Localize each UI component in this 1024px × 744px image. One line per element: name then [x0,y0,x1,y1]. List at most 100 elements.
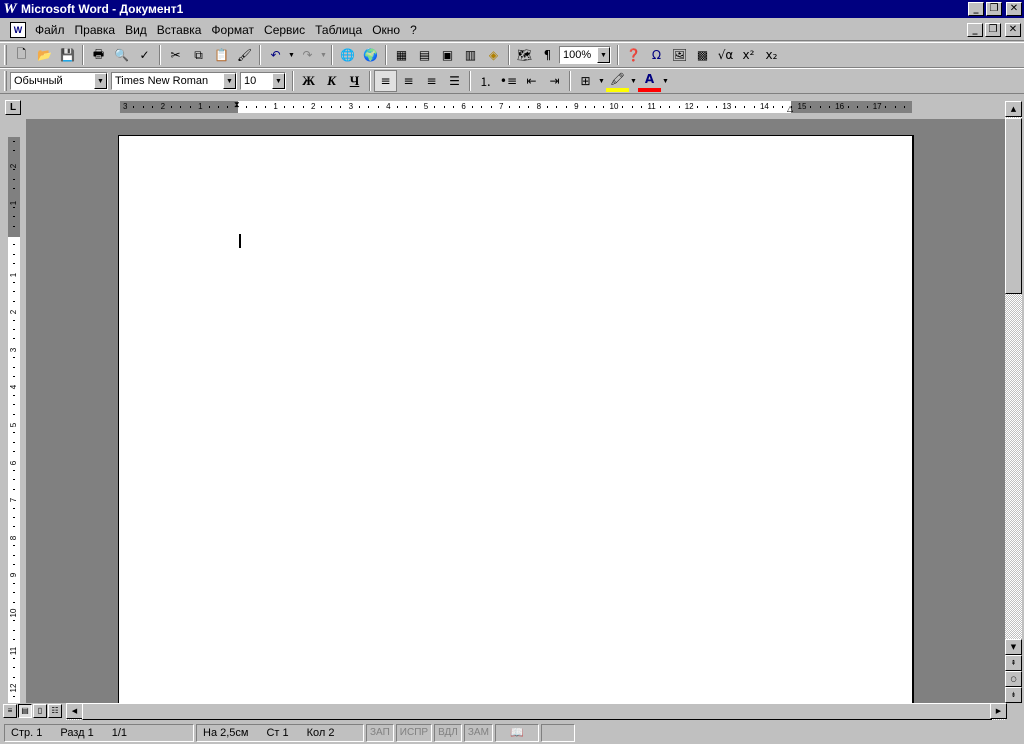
paste-icon[interactable]: 📋 [210,44,233,66]
outline-view-icon[interactable]: ☷ [48,704,62,718]
cut-icon[interactable]: ✂ [164,44,187,66]
increase-indent-icon[interactable]: ⇥ [543,70,566,92]
toolbar-grip[interactable] [4,45,7,65]
vertical-ruler[interactable]: 2 1 1 2 3 4 5 6 7 8 9 10 11 12 [8,137,20,704]
ruler-tick [321,106,323,108]
bold-button[interactable]: Ж [297,70,320,92]
document-page[interactable] [118,135,914,704]
first-line-indent-marker[interactable]: ⧗ [234,101,240,109]
justify-icon[interactable]: ☰ [443,70,466,92]
doc-close-button[interactable]: ✕ [1005,22,1021,37]
drawing-icon[interactable]: ◈ [482,44,505,66]
menu-insert[interactable]: Вставка [152,23,207,37]
minimize-button[interactable]: _ [968,2,984,16]
font-size-combo[interactable]: 10 ▼ [240,72,286,90]
picture-icon[interactable]: 🖼 [668,44,691,66]
menu-view[interactable]: Вид [120,23,152,37]
scroll-down-button[interactable]: ▼ [1005,639,1022,655]
menu-help[interactable]: ? [405,23,422,37]
borders-icon[interactable]: ⊞ [574,70,597,92]
undo-dropdown-icon[interactable]: ▼ [287,52,296,59]
print-preview-icon[interactable]: 🔍 [110,44,133,66]
next-page-button[interactable]: ⇟ [1005,687,1022,703]
help-icon[interactable]: ❓ [622,44,645,66]
decrease-indent-icon[interactable]: ⇤ [520,70,543,92]
new-icon[interactable]: 🗋 [10,44,33,66]
subscript-icon[interactable]: x₂ [760,44,783,66]
style-combo[interactable]: Обычный ▼ [10,72,108,90]
numbering-icon[interactable]: ⒈ [474,70,497,92]
menu-tools[interactable]: Сервис [259,23,310,37]
browse-object-button[interactable]: ○ [1005,671,1022,687]
spelling-icon[interactable]: ✓ [133,44,156,66]
status-trk[interactable]: ИСПР [395,723,433,742]
insert-excel-icon[interactable]: ▣ [436,44,459,66]
font-color-dropdown-icon[interactable]: ▼ [661,78,670,85]
menu-table[interactable]: Таблица [310,23,367,37]
align-right-icon[interactable]: ≡ [420,70,443,92]
normal-view-icon[interactable]: ≡ [3,704,17,718]
superscript-icon[interactable]: x² [737,44,760,66]
doc-minimize-button[interactable]: _ [967,22,983,37]
equation-icon[interactable]: √α [714,44,737,66]
bullets-icon[interactable]: •≡ [497,70,520,92]
document-map-icon[interactable]: 🗺 [513,44,536,66]
show-paragraph-icon[interactable]: ¶ [536,44,559,66]
format-painter-icon[interactable]: 🖌 [233,44,256,66]
status-ovr[interactable]: ЗАМ [463,723,493,742]
tab-selector[interactable]: L [5,100,21,115]
scroll-left-button[interactable]: ◀ [66,703,83,719]
page-layout-view-icon[interactable]: ▯ [33,704,47,718]
horizontal-ruler[interactable]: 3 2 1 1 2 3 4 5 6 7 8 9 10 11 12 13 14 15 16 17 ⧗ △ [120,101,912,113]
web-toolbar-icon[interactable]: 🌍 [359,44,382,66]
align-center-icon[interactable]: ≡ [397,70,420,92]
underline-button[interactable]: Ч [343,70,366,92]
font-color-icon[interactable]: A [638,70,661,92]
scroll-up-button[interactable]: ▲ [1005,101,1022,117]
vertical-scrollbar[interactable]: ▲ ▼ ⇞ ○ ⇟ [1005,101,1022,704]
grid-icon[interactable]: ▩ [691,44,714,66]
borders-dropdown-icon[interactable]: ▼ [597,78,606,85]
symbol-icon[interactable]: Ω [645,44,668,66]
vertical-scroll-thumb[interactable] [1005,118,1022,294]
doc-restore-button[interactable]: ❐ [985,22,1001,37]
zoom-combo[interactable]: 100% ▼ [559,46,611,64]
right-indent-marker[interactable]: △ [787,105,793,113]
close-button[interactable]: ✕ [1006,2,1022,16]
open-icon[interactable]: 📂 [33,44,56,66]
menu-format[interactable]: Формат [206,23,259,37]
horizontal-scrollbar[interactable]: ◀ ▶ [66,703,1007,720]
chevron-down-icon[interactable]: ▼ [94,73,107,89]
horizontal-scroll-thumb[interactable] [82,703,992,720]
chevron-down-icon[interactable]: ▼ [223,73,236,89]
insert-table-icon[interactable]: ▤ [413,44,436,66]
hyperlink-icon[interactable]: 🌐 [336,44,359,66]
restore-button[interactable]: ❐ [986,2,1002,16]
print-icon[interactable]: 🖶 [87,44,110,66]
chevron-down-icon[interactable]: ▼ [597,47,610,63]
toolbar-grip[interactable] [4,71,7,91]
align-left-icon[interactable]: ≡ [374,70,397,92]
highlight-dropdown-icon[interactable]: ▼ [629,78,638,85]
menu-edit[interactable]: Правка [70,23,121,37]
previous-page-button[interactable]: ⇞ [1005,655,1022,671]
tables-borders-icon[interactable]: ▦ [390,44,413,66]
redo-dropdown-icon[interactable]: ▼ [319,52,328,59]
italic-button[interactable]: К [320,70,343,92]
status-ext[interactable]: ВДЛ [434,723,462,742]
undo-icon[interactable]: ↶ [264,44,287,66]
save-icon[interactable]: 💾 [56,44,79,66]
spelling-status-icon[interactable]: 📖 [494,723,539,742]
font-combo[interactable]: Times New Roman ▼ [111,72,237,90]
chevron-down-icon[interactable]: ▼ [272,73,285,89]
status-rec[interactable]: ЗАП [366,723,394,742]
scroll-right-button[interactable]: ▶ [990,703,1007,719]
document-icon[interactable]: W [10,21,26,38]
redo-icon[interactable]: ↷ [296,44,319,66]
copy-icon[interactable]: ⧉ [187,44,210,66]
web-layout-view-icon[interactable]: ▤ [18,704,32,718]
menu-file[interactable]: Файл [30,23,70,37]
columns-icon[interactable]: ▥ [459,44,482,66]
highlight-icon[interactable]: 🖍 [606,70,629,92]
menu-window[interactable]: Окно [367,23,405,37]
